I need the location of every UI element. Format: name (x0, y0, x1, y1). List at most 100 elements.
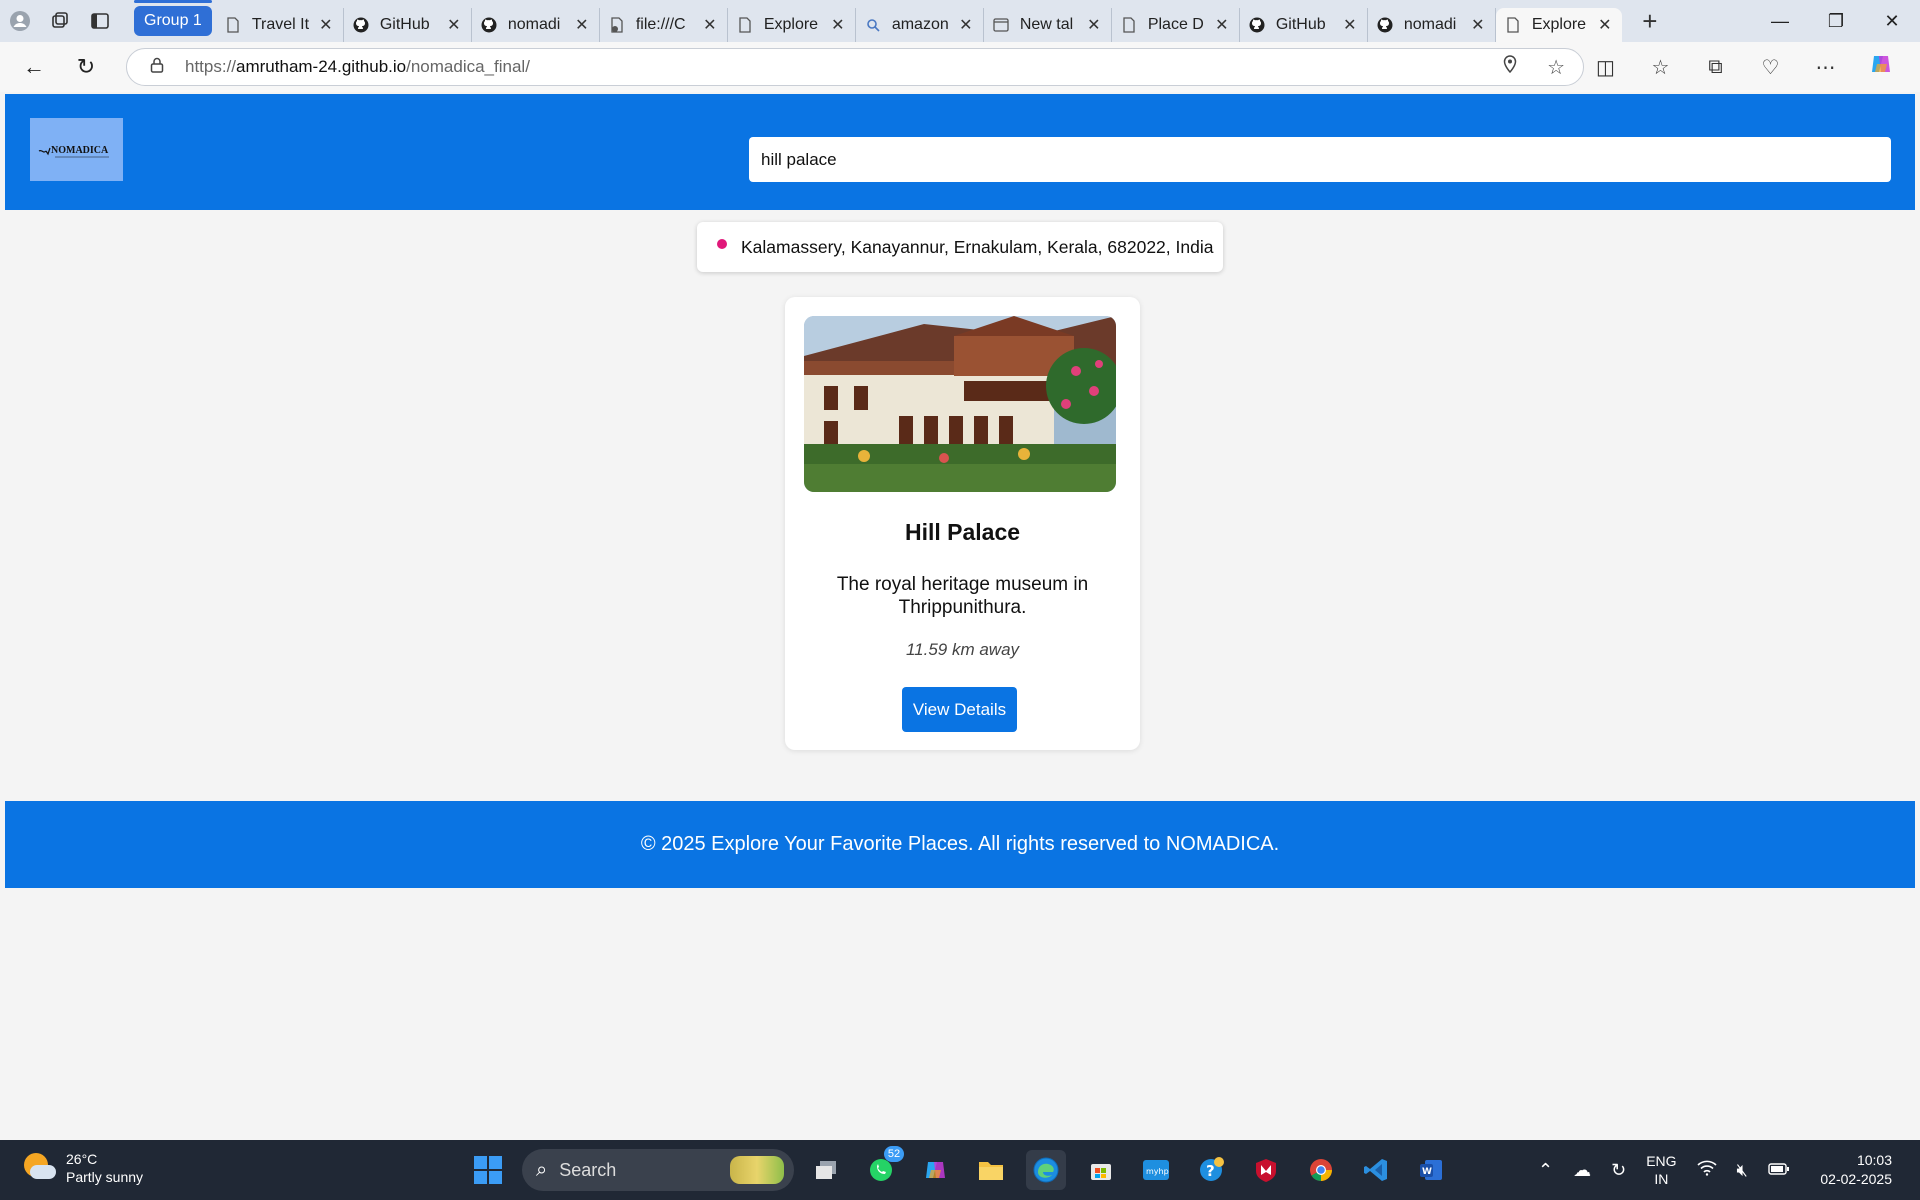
volume-muted-icon[interactable]: 🔇︎ (1737, 1160, 1748, 1181)
tab-title: Explore (763, 16, 819, 33)
close-tab-icon[interactable]: ✕ (1596, 15, 1614, 35)
close-tab-icon[interactable]: ✕ (445, 15, 463, 35)
logo-text: NOMADICA (51, 145, 109, 156)
browser-tab[interactable]: Travel It ✕ (216, 8, 344, 42)
github-icon (1248, 16, 1266, 34)
onedrive-cloud-icon[interactable]: ☁ (1573, 1160, 1591, 1181)
page-icon (1504, 16, 1522, 34)
task-view-icon[interactable] (806, 1150, 846, 1190)
close-tab-icon[interactable]: ✕ (829, 15, 847, 35)
address-bar-row: ← ↻ https://amrutham-24.github.io/nomadi… (0, 42, 1920, 92)
browser-tab[interactable]: New tal ✕ (984, 8, 1112, 42)
new-tab-button[interactable]: + (1630, 0, 1670, 42)
browser-tab[interactable]: GitHub ✕ (344, 8, 472, 42)
file-explorer-icon[interactable] (971, 1150, 1011, 1190)
page-icon (224, 16, 242, 34)
split-screen-icon[interactable]: ◫ (1578, 55, 1633, 80)
site-footer: © 2025 Explore Your Favorite Places. All… (5, 801, 1915, 888)
url-field[interactable]: https://amrutham-24.github.io/nomadica_f… (126, 48, 1584, 86)
show-hidden-icons-chevron-icon[interactable]: ⌃ (1538, 1160, 1553, 1181)
sync-icon[interactable]: ↻ (1611, 1160, 1626, 1181)
word-icon[interactable]: W (1411, 1150, 1451, 1190)
search-highlight-image (730, 1156, 784, 1184)
profile-icon[interactable] (0, 0, 40, 42)
tab-title: nomadi (1403, 16, 1457, 33)
github-icon (352, 16, 370, 34)
copilot-icon[interactable] (1853, 52, 1908, 82)
site-logo[interactable]: NOMADICA (30, 118, 123, 181)
location-icon[interactable] (1503, 54, 1517, 80)
browser-tab[interactable]: file:///C ✕ (600, 8, 728, 42)
place-distance: 11.59 km away (905, 640, 1020, 659)
browser-tab[interactable]: nomadi ✕ (1368, 8, 1496, 42)
back-arrow-icon[interactable]: ← (10, 47, 58, 87)
browser-tab[interactable]: GitHub ✕ (1240, 8, 1368, 42)
partly-sunny-icon (22, 1151, 56, 1185)
browser-tab[interactable]: nomadi ✕ (472, 8, 600, 42)
taskbar-search-label: Search (559, 1159, 617, 1180)
vscode-icon[interactable] (1356, 1150, 1396, 1190)
taskbar-search-box[interactable]: ⌕ Search (522, 1149, 794, 1191)
tab-group-label[interactable]: Group 1 (134, 0, 212, 36)
browser-tab-bar: Group 1 Travel It ✕ GitHub ✕ nomadi ✕ file:///… (0, 0, 1920, 42)
whatsapp-icon[interactable]: 52 (861, 1146, 904, 1190)
close-window-icon[interactable]: ✕ (1864, 0, 1920, 42)
favorites-icon[interactable]: ☆ (1633, 55, 1688, 80)
location-pin-icon (717, 239, 727, 249)
tab-title: GitHub (1275, 16, 1326, 33)
github-icon (1376, 16, 1394, 34)
workspaces-icon[interactable] (40, 0, 80, 42)
weather-temperature: 26°C (66, 1151, 98, 1167)
tab-actions-icon[interactable] (80, 0, 120, 42)
browser-tab[interactable]: Explore ✕ (728, 8, 856, 42)
language-indicator[interactable]: ENG IN (1646, 1152, 1676, 1188)
close-tab-icon[interactable]: ✕ (1213, 15, 1231, 35)
close-tab-icon[interactable]: ✕ (317, 15, 335, 35)
tab-title: GitHub (379, 16, 430, 33)
footer-text: © 2025 Explore Your Favorite Places. All… (640, 833, 1280, 855)
microsoft-store-icon[interactable] (1081, 1150, 1121, 1190)
browser-essentials-icon[interactable]: ♡ (1743, 55, 1798, 80)
refresh-icon[interactable]: ↻ (62, 47, 110, 87)
page-icon (1120, 16, 1138, 34)
browser-tab[interactable]: amazon ✕ (856, 8, 984, 42)
tab-title: file:///C (635, 16, 686, 33)
tab-active[interactable]: Explore ✕ (1495, 8, 1622, 42)
tab-title: nomadi (507, 16, 561, 33)
close-tab-icon[interactable]: ✕ (573, 15, 591, 35)
wifi-icon[interactable] (1696, 1160, 1717, 1181)
close-tab-icon[interactable]: ✕ (701, 15, 719, 35)
tab-title: Travel It (251, 16, 310, 33)
edge-browser-icon[interactable] (1026, 1150, 1066, 1190)
chrome-icon[interactable] (1301, 1150, 1341, 1190)
newtab-icon (992, 16, 1010, 34)
favorite-star-icon[interactable]: ☆ (1547, 55, 1565, 80)
collections-icon[interactable]: ⧉ (1688, 56, 1743, 79)
place-title: Hill Palace (904, 519, 1021, 545)
more-menu-icon[interactable]: ⋯ (1798, 55, 1853, 80)
browser-tab[interactable]: Place D ✕ (1112, 8, 1240, 42)
windows-taskbar: 26°C Partly sunny ⌕ Search 52 myhp ? W ⌃… (0, 1140, 1920, 1200)
close-tab-icon[interactable]: ✕ (1341, 15, 1359, 35)
svg-text:W: W (1422, 1167, 1432, 1177)
windows-start-icon[interactable] (474, 1156, 502, 1184)
help-icon[interactable]: ? (1191, 1150, 1231, 1190)
lock-icon[interactable] (137, 57, 177, 78)
weather-widget[interactable]: 26°C Partly sunny (22, 1150, 143, 1186)
tab-title: amazon (891, 16, 949, 33)
close-tab-icon[interactable]: ✕ (1469, 15, 1487, 35)
close-tab-icon[interactable]: ✕ (1085, 15, 1103, 35)
minimize-icon[interactable]: — (1752, 0, 1808, 42)
site-header: NOMADICA (5, 94, 1915, 210)
system-clock[interactable]: 10:03 02-02-2025 (1820, 1151, 1892, 1189)
close-tab-icon[interactable]: ✕ (957, 15, 975, 35)
myhp-icon[interactable]: myhp (1136, 1150, 1176, 1190)
restore-icon[interactable]: ❐ (1808, 0, 1864, 42)
copilot-app-icon[interactable] (916, 1150, 956, 1190)
view-details-button[interactable]: View Details (902, 687, 1017, 732)
tab-title: New tal (1019, 16, 1074, 33)
place-description: The royal heritage museum in Thrippunith… (836, 574, 1089, 618)
mcafee-icon[interactable] (1246, 1150, 1286, 1190)
battery-icon[interactable] (1768, 1160, 1790, 1181)
place-search-input[interactable] (749, 137, 1891, 182)
